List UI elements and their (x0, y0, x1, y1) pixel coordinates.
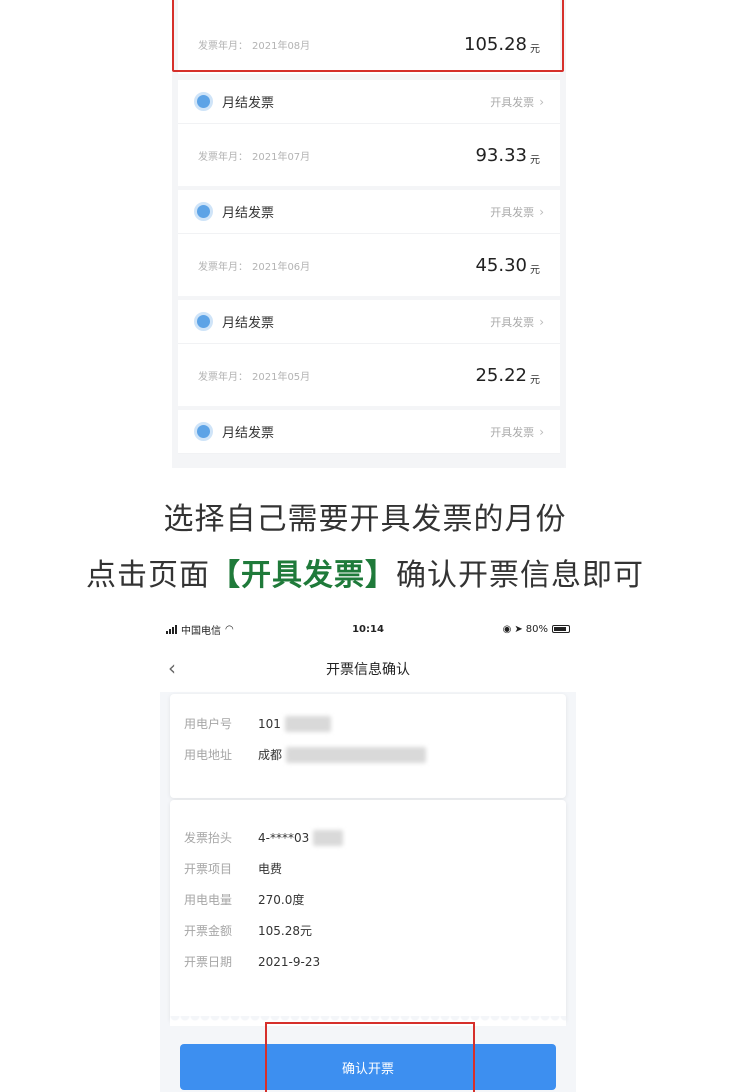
info-row: 用电地址 成都 (184, 739, 552, 770)
info-row: 发票抬头 4-****03 (184, 822, 552, 853)
info-value: 成都 (258, 748, 283, 762)
currency-unit: 元 (530, 154, 540, 166)
info-value: 270.0度 (258, 893, 305, 907)
nav-bar: ‹ 开票信息确认 (160, 646, 576, 692)
invoice-card-june: 月结发票 开具发票 › 发票年月： 2021年06月 45.30 元 (178, 190, 560, 296)
battery-icon (552, 625, 571, 633)
invoice-month-label: 发票年月： (198, 261, 248, 273)
invoice-card-may: 月结发票 开具发票 › 发票年月： 2021年05月 25.22 元 (178, 300, 560, 406)
signal-icon (166, 624, 177, 634)
redacted-blur (286, 746, 427, 763)
location-icon: ➤ (514, 623, 523, 635)
back-icon[interactable]: ‹ (168, 656, 176, 680)
invoice-amount: 25.22 (475, 364, 527, 386)
lock-rotation-icon: ◉ (502, 623, 512, 635)
card-body: 发票年月： 2021年06月 45.30 元 (178, 234, 560, 296)
card-header: 月结发票 开具发票 › (178, 80, 560, 124)
info-key: 用电地址 (184, 748, 233, 762)
highlight-box-august (172, 0, 564, 72)
card-title: 月结发票 (222, 206, 275, 221)
info-row: 开票金额 105.28元 (184, 915, 552, 946)
invoice-card-april: 月结发票 开具发票 › (178, 410, 560, 454)
chevron-right-icon: › (539, 424, 544, 439)
chevron-right-icon: › (539, 94, 544, 109)
caption-line2: 点击页面【开具发票】确认开票信息即可 (0, 550, 730, 594)
info-row: 开票日期 2021-9-23 (184, 946, 552, 977)
clock: 10:14 (352, 623, 384, 635)
account-panel: 用电户号 101 用电地址 成都 (170, 694, 566, 798)
invoice-amount: 93.33 (475, 144, 527, 166)
invoice-month: 2021年05月 (252, 371, 311, 383)
issue-invoice-link[interactable]: 开具发票 › (490, 204, 544, 220)
info-row: 用电电量 270.0度 (184, 884, 552, 915)
invoice-icon (194, 202, 213, 221)
battery-percent: 80% (525, 623, 549, 635)
info-key: 开票项目 (184, 862, 233, 876)
invoice-month: 2021年06月 (252, 261, 311, 273)
status-left: 中国电信 ◠ (166, 622, 301, 637)
page: 发票年月： 2021年08月 105.28 元 月结发票 开具发票 › 发票年月：… (0, 0, 730, 1092)
invoice-month-label: 发票年月： (198, 151, 248, 163)
confirm-screenshot: 中国电信 ◠ 10:14 ◉ ➤ 80% ‹ 开票信息确认 用电户号 101 用… (160, 612, 576, 1092)
invoice-month-label: 发票年月： (198, 371, 248, 383)
info-value: 2021-9-23 (258, 954, 321, 969)
card-title: 月结发票 (222, 316, 275, 331)
currency-unit: 元 (530, 264, 540, 276)
invoice-month: 2021年07月 (252, 151, 311, 163)
invoice-amount: 45.30 (475, 254, 527, 276)
issue-invoice-link[interactable]: 开具发票 › (490, 424, 544, 440)
redacted-blur (313, 829, 344, 846)
info-value: 电费 (258, 862, 283, 876)
page-title: 开票信息确认 (326, 662, 410, 678)
caption-line1: 选择自己需要开具发票的月份 (163, 502, 567, 537)
invoice-icon (194, 92, 213, 111)
info-value: 101 (258, 716, 281, 731)
invoice-card-july: 月结发票 开具发票 › 发票年月： 2021年07月 93.33 元 (178, 80, 560, 186)
info-value: 105.28元 (258, 924, 312, 938)
status-right: ◉ ➤ 80% (435, 623, 571, 635)
card-header: 月结发票 开具发票 › (178, 410, 560, 454)
chevron-right-icon: › (539, 314, 544, 329)
invoice-icon (194, 312, 213, 331)
card-body: 发票年月： 2021年05月 25.22 元 (178, 344, 560, 406)
info-row: 开票项目 电费 (184, 853, 552, 884)
card-header: 月结发票 开具发票 › (178, 190, 560, 234)
currency-unit: 元 (530, 374, 540, 386)
card-title: 月结发票 (222, 426, 275, 441)
info-key: 用电户号 (184, 717, 233, 731)
info-value: 4-****03 (258, 830, 310, 845)
highlight-box-confirm (265, 1022, 475, 1092)
carrier: 中国电信 (181, 625, 221, 637)
info-row: 用电户号 101 (184, 708, 552, 739)
invoice-panel: 发票抬头 4-****03 开票项目 电费 用电电量 270.0度 开票金额 1… (170, 800, 566, 1022)
info-key: 发票抬头 (184, 831, 233, 845)
info-key: 开票金额 (184, 924, 233, 938)
issue-invoice-link[interactable]: 开具发票 › (490, 314, 544, 330)
caption-highlight: 【开具发票】 (210, 558, 396, 593)
info-key: 用电电量 (184, 893, 233, 907)
issue-invoice-link[interactable]: 开具发票 › (490, 94, 544, 110)
invoice-icon (194, 422, 213, 441)
chevron-right-icon: › (539, 204, 544, 219)
card-title: 月结发票 (222, 96, 275, 111)
card-body: 发票年月： 2021年07月 93.33 元 (178, 124, 560, 186)
caption-prefix: 点击页面 (86, 558, 210, 593)
info-key: 开票日期 (184, 955, 233, 969)
caption-suffix: 确认开票信息即可 (396, 558, 644, 593)
status-bar: 中国电信 ◠ 10:14 ◉ ➤ 80% (160, 612, 576, 646)
card-header: 月结发票 开具发票 › (178, 300, 560, 344)
redacted-blur (284, 715, 331, 732)
wifi-icon: ◠ (225, 623, 234, 635)
